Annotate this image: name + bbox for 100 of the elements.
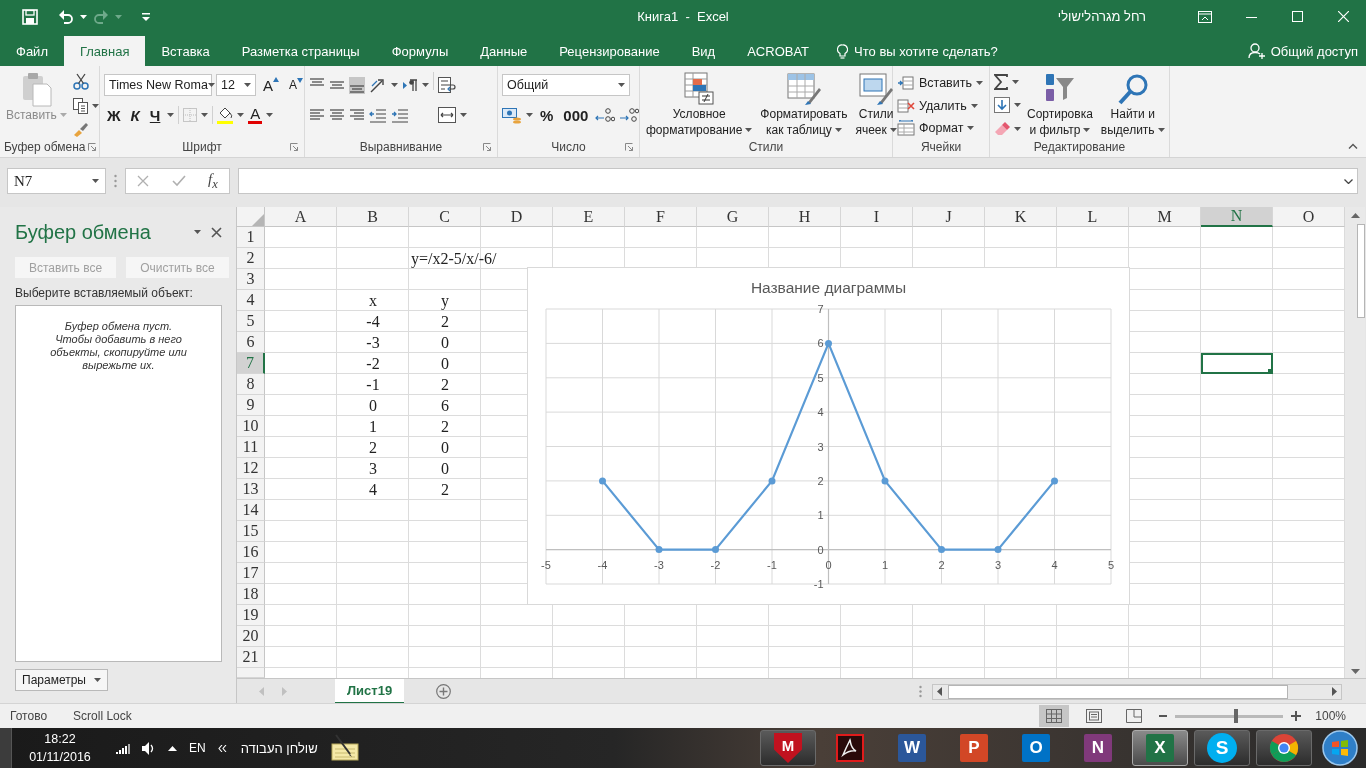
row-header[interactable]: 13 [237,479,265,500]
caret-icon[interactable] [244,83,251,87]
column-header[interactable]: F [625,207,697,227]
row-header[interactable]: 2 [237,248,265,269]
taskbar-button[interactable] [1256,730,1312,766]
caret-icon[interactable] [1012,80,1019,85]
merge-icon[interactable] [438,107,456,123]
ribbon-tab[interactable]: Данные [464,36,544,66]
save-icon[interactable] [22,8,38,25]
row-header[interactable]: 14 [237,500,265,521]
cells-button[interactable]: Формат [897,117,983,139]
column-header[interactable]: L [1057,207,1129,227]
ribbon-tab[interactable]: Рецензирование [543,36,676,66]
taskbar-button[interactable]: N [1070,730,1126,766]
toolbar-label[interactable]: שולחן העבודה [240,740,318,756]
font-color-button[interactable]: A [248,106,263,124]
percent-button[interactable]: % [537,106,557,124]
column-header[interactable]: I [841,207,913,227]
dialog-launcher-icon[interactable] [483,143,491,151]
caret-icon[interactable] [1014,126,1021,131]
caret-icon[interactable] [92,179,99,183]
caret-icon[interactable] [1157,128,1165,132]
increase-indent-icon[interactable] [391,107,409,123]
font-name-field[interactable]: Times New Roma [104,74,212,96]
font-size-field[interactable]: 12 [216,74,256,96]
copy-icon[interactable] [72,97,88,114]
column-header[interactable]: K [985,207,1057,227]
ribbon-tab[interactable]: Файл [0,36,64,66]
scroll-left-icon[interactable] [937,687,942,696]
caret-icon[interactable] [237,113,245,117]
row-header[interactable]: 12 [237,458,265,479]
currency-icon[interactable] [502,106,522,124]
clock-date[interactable]: 01/11/2016 [29,748,91,766]
dialog-launcher-icon[interactable] [625,143,633,151]
ribbon-tab[interactable]: Главная [63,36,146,66]
shrink-font-button[interactable]: A [286,78,307,92]
scroll-right-icon[interactable] [1332,687,1337,696]
caret-icon[interactable] [167,113,175,117]
taskbar-button[interactable]: P [946,730,1002,766]
scroll-up-icon[interactable] [1350,213,1360,218]
column-header[interactable]: D [481,207,553,227]
sort-filter-button[interactable]: Сортировка и фильтр [1025,72,1095,139]
caret-icon[interactable] [201,113,209,117]
fill-color-icon[interactable] [217,106,234,124]
undo-icon[interactable] [58,9,74,24]
show-hidden-icons-icon[interactable] [168,745,177,751]
ribbon-options-icon[interactable] [1198,10,1212,23]
fill-down-icon[interactable] [994,97,1010,114]
italic-button[interactable]: К [127,106,143,124]
row-header[interactable]: 19 [237,605,265,626]
column-header[interactable]: A [265,207,337,227]
ribbon-tab[interactable]: Формулы [375,36,465,66]
maximize-icon[interactable] [1291,11,1303,22]
caret-icon[interactable] [391,83,398,87]
number-format-field[interactable]: Общий [502,74,630,96]
row-header[interactable]: 1 [237,227,265,248]
taskbar-button[interactable]: O [1008,730,1064,766]
dialog-launcher-icon[interactable] [290,143,298,151]
language-indicator[interactable]: EN [189,741,206,755]
column-header[interactable]: G [697,207,769,227]
collapse-ribbon-icon[interactable] [1348,143,1358,149]
ribbon-tab[interactable]: ACROBAT [731,36,826,66]
zoom-in-icon[interactable] [1291,711,1302,721]
paragraph-direction-icon[interactable] [402,78,418,92]
clipboard-list[interactable]: Буфер обмена пуст. Чтобы добавить в него объекты, скопируйте или вырежьте их. [15,305,222,662]
caret-icon[interactable] [1014,103,1021,108]
row-header[interactable]: 21 [237,647,265,668]
row-header[interactable]: 7 [237,353,265,374]
scroll-down-icon[interactable] [1350,669,1360,674]
ribbon-tab[interactable]: Вставка [145,36,226,66]
caret-icon[interactable] [422,83,429,87]
expand-icon[interactable] [1344,178,1353,184]
decrease-indent-icon[interactable] [369,107,387,123]
row-header[interactable]: 6 [237,332,265,353]
row-header[interactable]: 16 [237,542,265,563]
column-header[interactable]: O [1273,207,1345,227]
taskbar-button[interactable]: M [760,730,816,766]
styles-button[interactable]: Форматировать как таблицу [758,72,850,139]
text-angle-icon[interactable] [369,77,387,93]
caret-icon[interactable] [1083,128,1091,132]
caret-icon[interactable] [526,113,533,117]
column-header[interactable]: M [1129,207,1201,227]
add-sheet-icon[interactable] [436,684,452,699]
row-header[interactable]: 3 [237,269,265,290]
caret-icon[interactable] [834,128,842,132]
bold-button[interactable]: Ж [104,106,124,124]
scrollbar-thumb[interactable] [1357,224,1365,318]
thousands-button[interactable]: 000 [560,106,592,124]
increase-decimal-icon[interactable] [595,107,616,123]
signal-icon[interactable] [116,742,130,754]
scissors-icon[interactable] [72,73,89,91]
caret-icon[interactable] [91,103,99,108]
taskbar-button[interactable]: W [884,730,940,766]
volume-icon[interactable] [142,741,156,755]
formula-field[interactable] [238,168,1358,194]
styles-button[interactable]: Условное форматирование [644,72,755,139]
column-header[interactable]: C [409,207,481,227]
toolbar-expand-icon[interactable] [217,744,227,752]
taskbar-button[interactable]: X [1132,730,1188,766]
row-header[interactable]: 15 [237,521,265,542]
